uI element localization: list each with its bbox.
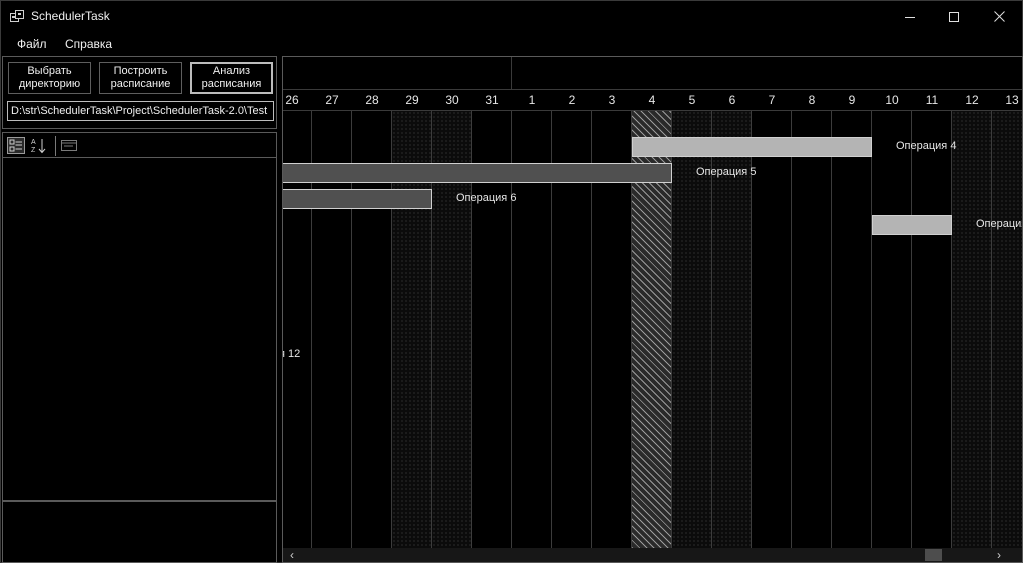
day-column [832,111,872,548]
menu-bar: Файл Справка [1,33,1022,55]
day-column [992,111,1022,548]
property-grid-toolbar: A Z [3,133,276,158]
day-label: 30 [445,93,459,107]
minimize-button[interactable] [887,1,933,32]
toolbar-separator [55,136,56,156]
gantt-body[interactable]: Операция 4 Операция 5 Операция 6 Операция 7… [283,111,1022,548]
window-title: SchedulerTask [31,9,110,23]
day-label: 26 [285,93,299,107]
day-label: 2 [568,93,576,107]
day-label: 11 [925,93,939,107]
operation-bar[interactable] [283,163,672,183]
gantt-chart[interactable]: 26 27 28 29 30 31 1 2 3 4 5 6 7 8 9 10 11 12 13 Операция 4… [282,56,1023,563]
gantt-month-header [283,57,1022,90]
scroll-thumb[interactable] [925,549,942,561]
left-panel: Выбрать директорию Построить расписание … [2,56,277,563]
app-icon [10,10,24,23]
day-label: 13 [1005,93,1019,107]
property-grid[interactable]: A Z [2,132,277,501]
day-column [792,111,832,548]
month-divider [511,57,512,90]
property-pages-icon[interactable] [60,137,78,154]
alphabetical-sort-icon[interactable]: A Z [30,137,48,154]
maximize-icon [949,11,959,22]
day-column [952,111,992,548]
day-column [872,111,912,548]
day-label: 1 [528,93,536,107]
horizontal-scrollbar[interactable]: ‹ › [283,548,1022,562]
day-column [752,111,792,548]
day-label: 5 [688,93,696,107]
day-column [912,111,952,548]
analyze-schedule-button[interactable]: Анализ расписания [190,62,273,94]
operation-label: я 12 [283,348,301,360]
day-label: 12 [965,93,979,107]
build-schedule-button[interactable]: Построить расписание [99,62,182,94]
operation-label: Операция 4 [896,140,957,152]
action-toolbar: Выбрать директорию Построить расписание … [2,56,277,129]
day-label: 6 [728,93,736,107]
day-label: 8 [808,93,816,107]
operation-bar[interactable] [283,189,432,209]
property-description-panel [2,501,277,563]
operation-label: Операция 6 [456,192,517,204]
categorized-icon[interactable] [7,137,25,154]
close-icon [993,11,1005,22]
app-window: SchedulerTask Файл Справка Выбрать дирек… [0,0,1023,563]
day-label: 4 [648,93,656,107]
close-button[interactable] [976,1,1022,32]
operation-bar[interactable] [632,137,872,157]
directory-path-field[interactable]: D:\str\SchedulerTask\Project\SchedulerTa… [7,101,274,121]
svg-text:Z: Z [31,147,36,154]
menu-help[interactable]: Справка [65,37,112,51]
day-label: 28 [365,93,379,107]
maximize-button[interactable] [931,1,977,32]
day-label: 10 [885,93,899,107]
operation-label: Операция 7 [976,218,1023,230]
day-label: 29 [405,93,419,107]
title-bar[interactable]: SchedulerTask [1,1,1022,32]
svg-text:A: A [31,139,36,146]
operation-bar[interactable] [872,215,952,235]
day-label: 3 [608,93,616,107]
day-label: 7 [768,93,776,107]
select-directory-button[interactable]: Выбрать директорию [8,62,91,94]
scroll-right-icon[interactable]: › [992,548,1006,562]
operation-label: Операция 5 [696,166,757,178]
day-label: 27 [325,93,339,107]
gantt-day-header: 26 27 28 29 30 31 1 2 3 4 5 6 7 8 9 10 11 12 13 [283,90,1022,111]
minimize-icon [905,12,915,22]
day-label: 31 [485,93,499,107]
scroll-left-icon[interactable]: ‹ [285,548,299,562]
menu-file[interactable]: Файл [17,37,47,51]
day-label: 9 [848,93,856,107]
